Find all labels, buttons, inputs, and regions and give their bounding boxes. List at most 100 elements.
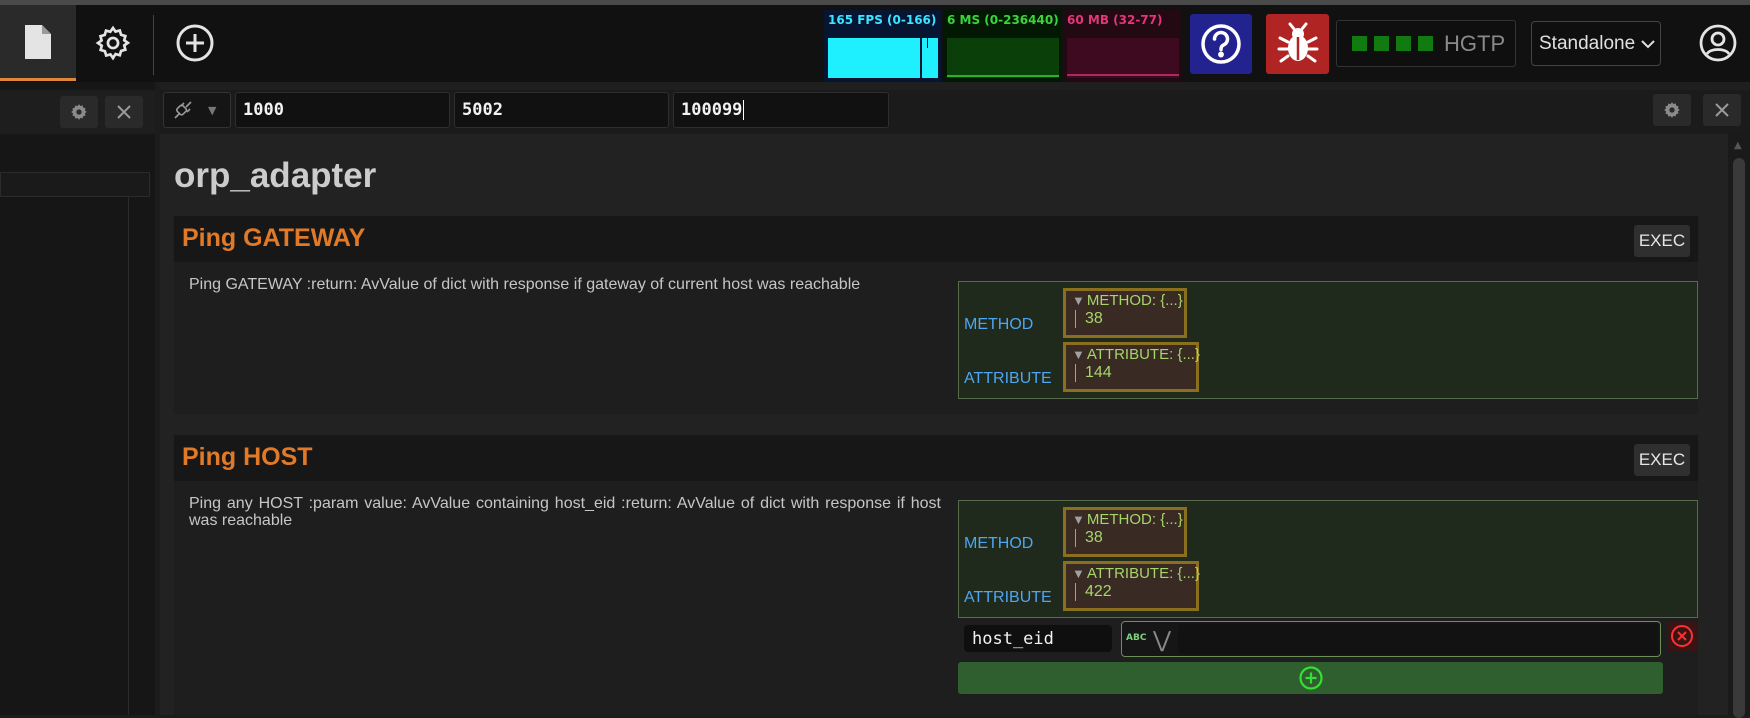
page-title: orp_adapter [174, 156, 377, 195]
main-panel-settings-button[interactable] [1653, 94, 1691, 126]
remove-arg-button[interactable] [1667, 621, 1697, 651]
argument-row: host_eid ABC ⋁ [958, 619, 1698, 659]
main-panel-close-button[interactable] [1703, 94, 1741, 126]
connection-label: HGTP [1444, 30, 1506, 56]
user-circle-icon [1699, 24, 1737, 62]
section-description: Ping GATEWAY :return: AvValue of dict wi… [189, 276, 861, 293]
param-node[interactable]: ▼ ATTRIBUTE: {...} 422 [1063, 561, 1200, 611]
file-icon [25, 24, 51, 59]
method-section: Ping HOST EXEC Ping any HOST :param valu… [174, 435, 1698, 715]
param-node[interactable]: ▼ ATTRIBUTE: {...} 144 [1063, 342, 1200, 392]
debug-button[interactable] [1266, 14, 1329, 74]
bug-icon [1277, 22, 1318, 63]
close-icon [117, 105, 131, 119]
fps-label: 165 FPS (0-166) [828, 13, 937, 27]
settings-button[interactable] [78, 5, 148, 81]
left-panel-settings-button[interactable] [60, 96, 98, 128]
param-node-label: METHOD: {...} [1086, 511, 1183, 528]
exec-button[interactable]: EXEC [1634, 225, 1690, 257]
content-area: orp_adapter Ping GATEWAY EXEC Ping GATEW… [160, 134, 1728, 715]
arg-name-field[interactable]: host_eid [964, 625, 1112, 652]
mb-graph [1067, 38, 1179, 78]
top-toolbar: 165 FPS (0-166) 6 MS (0-236440) 60 MB (3… [0, 5, 1750, 82]
type-chevron-icon[interactable]: ⋁ [1153, 628, 1171, 653]
documents-tab-button[interactable] [0, 5, 76, 81]
param-key: METHOD [964, 316, 1034, 333]
mode-select[interactable]: Standalone [1531, 21, 1661, 66]
gear-icon [1664, 102, 1680, 118]
connection-status[interactable]: HGTP [1336, 20, 1516, 67]
toolbar-divider [153, 15, 154, 75]
plug-icon [174, 101, 192, 119]
close-circle-icon [1671, 625, 1693, 647]
param-value: 422 [1075, 583, 1190, 601]
arg-value-input[interactable] [1178, 624, 1658, 654]
param-value: 38 [1075, 529, 1178, 547]
plus-circle-icon [176, 24, 214, 62]
method-section: Ping GATEWAY EXEC Ping GATEWAY :return: … [174, 216, 1698, 414]
account-button[interactable] [1690, 10, 1746, 76]
section-description: Ping any HOST :param value: AvValue cont… [189, 495, 941, 529]
left-panel-list-header [0, 172, 150, 197]
params-box: METHOD ▼ METHOD: {...} 38 ATTRIBUTE ▼ ATTR… [958, 281, 1698, 399]
chevron-down-icon [1641, 39, 1655, 48]
triangle-down-icon: ▼ [1072, 293, 1085, 308]
triangle-down-icon: ▼ [1072, 512, 1085, 527]
param-node[interactable]: ▼ METHOD: {...} 38 [1063, 288, 1187, 338]
mb-label: 60 MB (32-77) [1067, 13, 1163, 27]
section-header: Ping HOST EXEC [174, 435, 1698, 481]
fps-graph [828, 34, 938, 78]
param-key: METHOD [964, 535, 1034, 552]
section-title: Ping GATEWAY [182, 224, 366, 252]
address-input-1[interactable]: 1000 [235, 92, 450, 128]
status-indicator [1396, 36, 1411, 51]
exec-button[interactable]: EXEC [1634, 444, 1690, 476]
left-panel-close-button[interactable] [105, 96, 143, 128]
triangle-down-icon: ▼ [1072, 566, 1085, 581]
address-input-2[interactable]: 5002 [454, 92, 669, 128]
question-circle-icon [1201, 24, 1241, 64]
param-node-label: ATTRIBUTE: {...} [1086, 565, 1200, 582]
section-header: Ping GATEWAY EXEC [174, 216, 1698, 262]
param-value: 144 [1075, 364, 1190, 382]
scroll-up-icon[interactable]: ▲ [1734, 140, 1742, 151]
left-panel-header [0, 90, 155, 134]
content-scrollbar[interactable]: ▲ [1728, 134, 1750, 718]
triangle-down-icon: ▼ [1072, 347, 1085, 362]
param-node-label: ATTRIBUTE: {...} [1086, 346, 1200, 363]
add-arg-button[interactable] [958, 662, 1663, 694]
help-button[interactable] [1190, 14, 1252, 74]
fps-monitor: 165 FPS (0-166) [824, 10, 941, 82]
scrollbar-thumb[interactable] [1733, 158, 1745, 718]
section-title: Ping HOST [182, 443, 313, 471]
param-node[interactable]: ▼ METHOD: {...} 38 [1063, 507, 1187, 557]
type-badge: ABC [1126, 633, 1147, 643]
text-caret [743, 100, 745, 120]
frame-time-monitor: 6 MS (0-236440) [943, 10, 1061, 82]
mode-select-value: Standalone [1539, 32, 1636, 54]
param-key: ATTRIBUTE [964, 370, 1052, 387]
param-node-label: METHOD: {...} [1086, 292, 1183, 309]
status-indicator [1418, 36, 1433, 51]
chevron-down-icon: ▼ [208, 103, 217, 117]
gear-icon [95, 25, 131, 61]
address-toolbar: ▼ 1000 5002 100099 [160, 90, 1750, 134]
left-panel-divider [128, 197, 129, 715]
add-button[interactable] [160, 5, 230, 81]
status-indicator [1374, 36, 1389, 51]
memory-monitor: 60 MB (32-77) [1063, 10, 1181, 82]
arg-value-editor: ABC ⋁ [1121, 621, 1661, 657]
connector-select[interactable]: ▼ [163, 92, 231, 128]
plus-circle-icon [1298, 666, 1323, 690]
close-icon [1715, 103, 1729, 117]
left-panel [0, 82, 155, 715]
ms-graph [947, 38, 1059, 78]
param-key: ATTRIBUTE [964, 589, 1052, 606]
address-input-3[interactable]: 100099 [673, 92, 889, 128]
status-indicator [1352, 36, 1367, 51]
param-value: 38 [1075, 310, 1178, 328]
params-box: METHOD ▼ METHOD: {...} 38 ATTRIBUTE ▼ ATTR… [958, 500, 1698, 618]
gear-icon [71, 104, 87, 120]
ms-label: 6 MS (0-236440) [947, 13, 1059, 27]
main-panel: ▼ 1000 5002 100099 orp_adapter Ping GATE… [160, 82, 1750, 718]
